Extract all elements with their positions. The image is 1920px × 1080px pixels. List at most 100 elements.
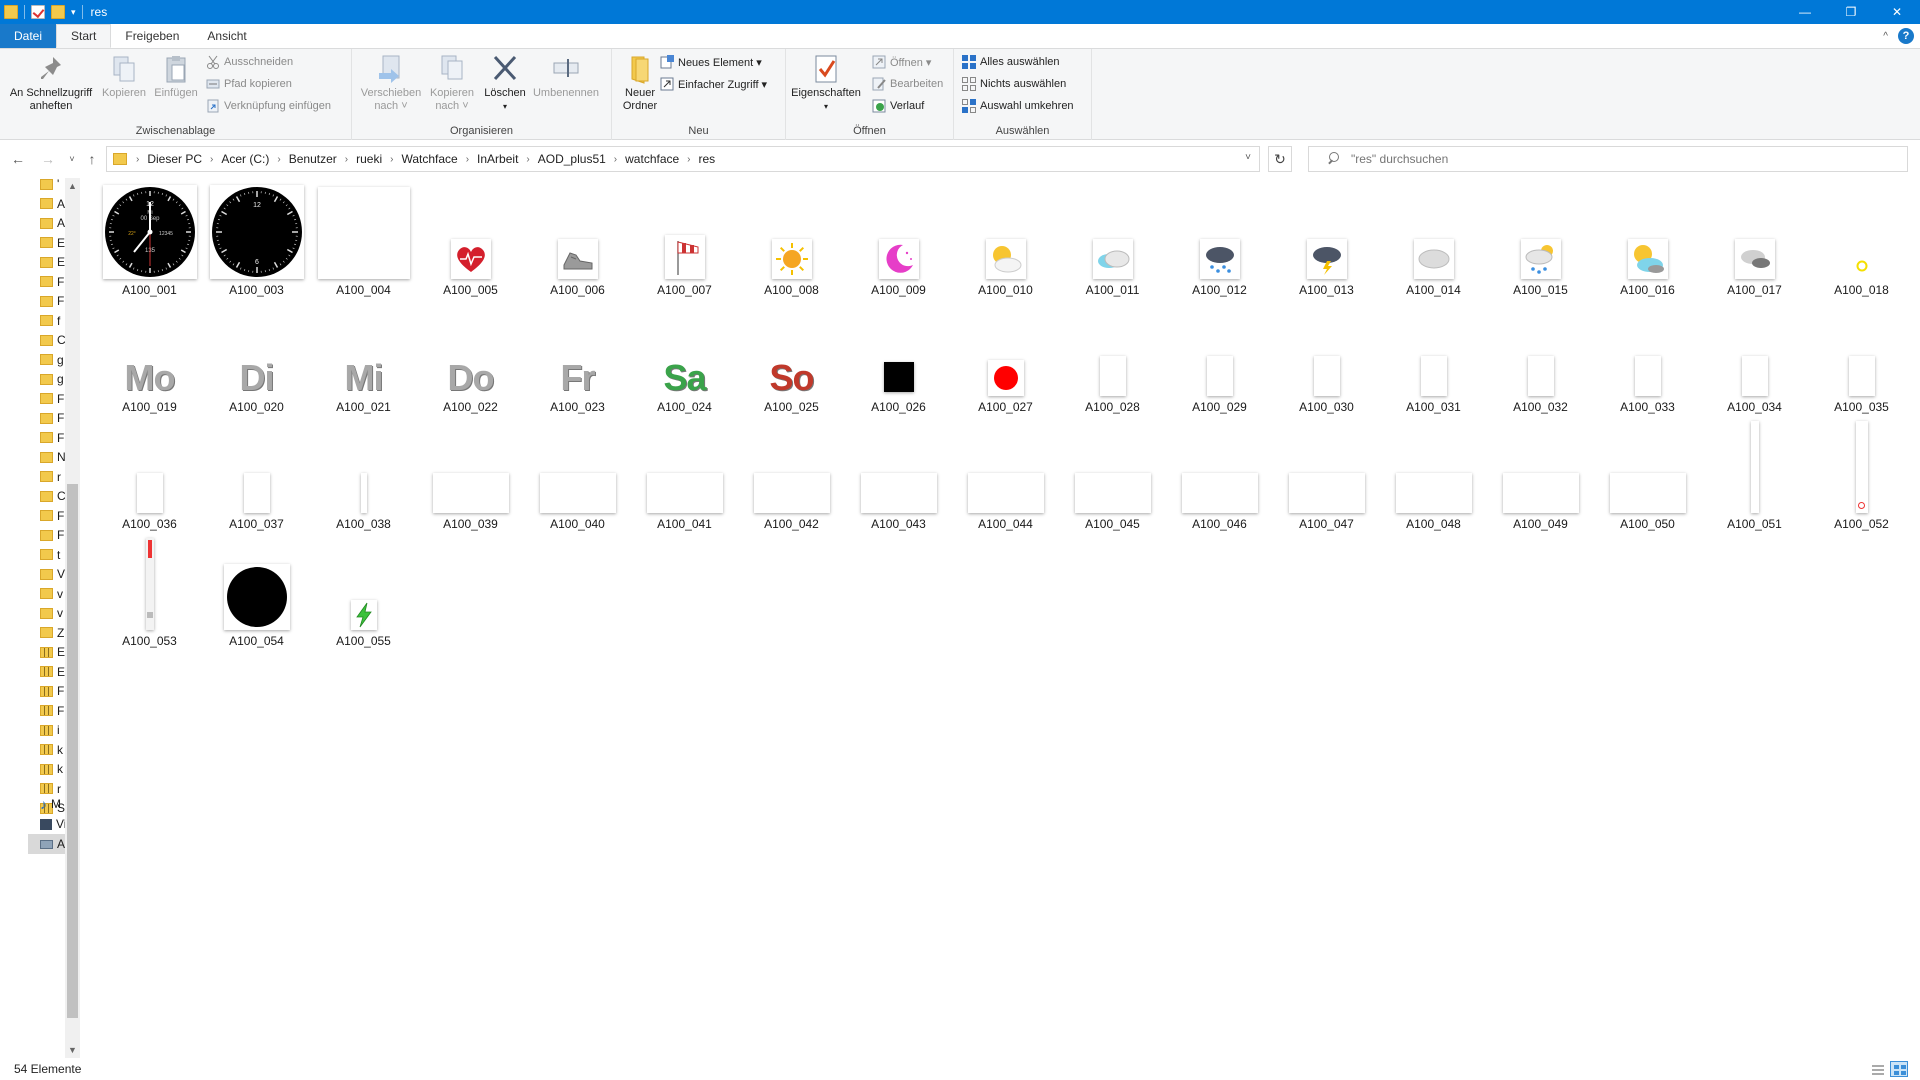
breadcrumb-separator-icon[interactable]: › [387,154,396,165]
file-item[interactable]: A100_038 [310,419,417,531]
file-item[interactable]: A100_043 [845,419,952,531]
file-item[interactable]: A100_051 [1701,419,1808,531]
file-item[interactable]: A100_012 [1166,185,1273,297]
cut-button[interactable]: Ausschneiden [206,53,293,71]
tab-share[interactable]: Freigeben [111,24,193,48]
select-all-button[interactable]: Alles auswählen [962,53,1060,71]
file-item[interactable]: A100_040 [524,419,631,531]
file-item[interactable]: A100_044 [952,419,1059,531]
copy-to-button[interactable]: Kopieren nach ˅ [424,53,480,113]
breadcrumb-separator-icon[interactable]: › [274,154,283,165]
breadcrumb-item[interactable]: Dieser PC [142,152,207,166]
file-item[interactable]: A100_053 [96,536,203,648]
file-item[interactable]: A100_011 [1059,185,1166,297]
file-item[interactable]: A100_014 [1380,185,1487,297]
file-item[interactable]: A100_028 [1059,302,1166,414]
address-dropdown-chevron-icon[interactable]: ˅ [1245,152,1251,163]
breadcrumb-item[interactable]: rueki [351,152,387,166]
open-button[interactable]: Öffnen ▾ [872,53,931,71]
file-item[interactable]: A100_004 [310,185,417,297]
new-folder-button[interactable]: Neuer Ordner [618,53,662,113]
file-item[interactable]: A100_036 [96,419,203,531]
file-item[interactable]: A100_030 [1273,302,1380,414]
search-input[interactable] [1351,152,1891,166]
collapse-ribbon-icon[interactable]: ^ [1883,31,1888,42]
tab-file[interactable]: Datei [0,24,57,48]
move-to-button[interactable]: Verschieben nach ˅ [358,53,424,113]
invert-selection-button[interactable]: Auswahl umkehren [962,97,1074,115]
breadcrumb-item[interactable]: Benutzer [284,152,342,166]
file-item[interactable]: A100_054 [203,536,310,648]
file-item[interactable]: A100_029 [1166,302,1273,414]
file-item[interactable]: A100_015 [1487,185,1594,297]
up-arrow-icon[interactable]: ↑ [82,150,102,168]
file-item[interactable]: A100_047 [1273,419,1380,531]
rename-button[interactable]: Umbenennen [528,53,604,100]
tab-start[interactable]: Start [56,24,112,48]
file-item[interactable]: A100_046 [1166,419,1273,531]
breadcrumb-separator-icon[interactable]: › [523,154,532,165]
restore-button[interactable]: ❐ [1828,0,1874,24]
breadcrumb-separator-icon[interactable]: › [684,154,693,165]
breadcrumb-item[interactable]: Watchface [396,152,462,166]
copy-path-button[interactable]: Pfad kopieren [206,75,292,93]
copy-button[interactable]: Kopieren [98,53,150,100]
file-item[interactable]: A100_010 [952,185,1059,297]
help-icon[interactable]: ? [1898,28,1914,44]
properties-dropdown-chevron-icon[interactable]: ▾ [824,100,828,113]
large-icons-view-icon[interactable] [1890,1061,1908,1077]
address-bar[interactable]: › Dieser PC › Acer (C:) › Benutzer › rueki › Wat… [106,146,1260,172]
delete-dropdown-chevron-icon[interactable]: ▾ [503,100,507,113]
file-item[interactable]: A100_031 [1380,302,1487,414]
file-item[interactable]: A100_006 [524,185,631,297]
file-item[interactable]: A100_013 [1273,185,1380,297]
breadcrumb-item[interactable]: InArbeit [472,152,523,166]
properties-button[interactable]: Eigenschaften ▾ [790,53,862,113]
breadcrumb-separator-icon[interactable]: › [342,154,351,165]
paste-button[interactable]: Einfügen [150,53,202,100]
properties-quick-icon[interactable] [31,5,45,19]
file-item[interactable]: A100_048 [1380,419,1487,531]
file-item[interactable]: Fr A100_023 [524,302,631,415]
file-item[interactable]: A100_050 [1594,419,1701,531]
file-item[interactable]: A100_018 [1808,185,1915,297]
new-item-button[interactable]: Neues Element ▾ [660,53,762,71]
file-item[interactable]: Do A100_022 [417,302,524,415]
breadcrumb-separator-icon[interactable]: › [463,154,472,165]
file-item[interactable]: A100_041 [631,419,738,531]
tab-view[interactable]: Ansicht [193,24,260,48]
scroll-down-arrow-icon[interactable]: ▼ [65,1042,80,1058]
delete-button[interactable]: Löschen ▾ [482,53,528,113]
file-item[interactable]: A100_027 [952,302,1059,414]
scrollbar-thumb[interactable] [67,484,78,1018]
breadcrumb-item[interactable]: Acer (C:) [216,152,274,166]
file-item[interactable]: Sa A100_024 [631,302,738,415]
file-item[interactable]: A100_009 [845,185,952,297]
back-arrow-icon[interactable]: ← [8,150,28,168]
select-none-button[interactable]: Nichts auswählen [962,75,1066,93]
breadcrumb-item[interactable]: res [694,152,721,166]
forward-arrow-icon[interactable]: → [38,150,58,168]
breadcrumb-separator-icon[interactable]: › [207,154,216,165]
file-item[interactable]: A100_037 [203,419,310,531]
refresh-icon[interactable]: ↻ [1268,146,1292,172]
file-item[interactable]: A100_033 [1594,302,1701,414]
file-item[interactable]: A100_026 [845,302,952,414]
file-item[interactable]: So A100_025 [738,302,845,415]
file-item[interactable]: A100_052 [1808,419,1915,531]
file-item[interactable]: A100_016 [1594,185,1701,297]
breadcrumb-item[interactable]: watchface [620,152,684,166]
customize-toolbar-chevron-icon[interactable]: ▾ [71,7,76,18]
file-item[interactable]: A100_035 [1808,302,1915,414]
file-item[interactable]: A100_032 [1487,302,1594,414]
navigation-scrollbar[interactable]: ▲ ▼ [65,178,80,1058]
breadcrumb-item[interactable]: AOD_plus51 [533,152,611,166]
file-item[interactable]: A100_005 [417,185,524,297]
easy-access-button[interactable]: Einfacher Zugriff ▾ [660,75,767,93]
file-item[interactable]: A100_008 [738,185,845,297]
file-item[interactable]: 12 6 A100_003 [203,185,310,297]
recent-locations-chevron-icon[interactable]: ˅ [62,150,82,168]
file-item[interactable]: A100_017 [1701,185,1808,297]
file-item[interactable]: A100_034 [1701,302,1808,414]
file-item[interactable]: Mi A100_021 [310,302,417,415]
